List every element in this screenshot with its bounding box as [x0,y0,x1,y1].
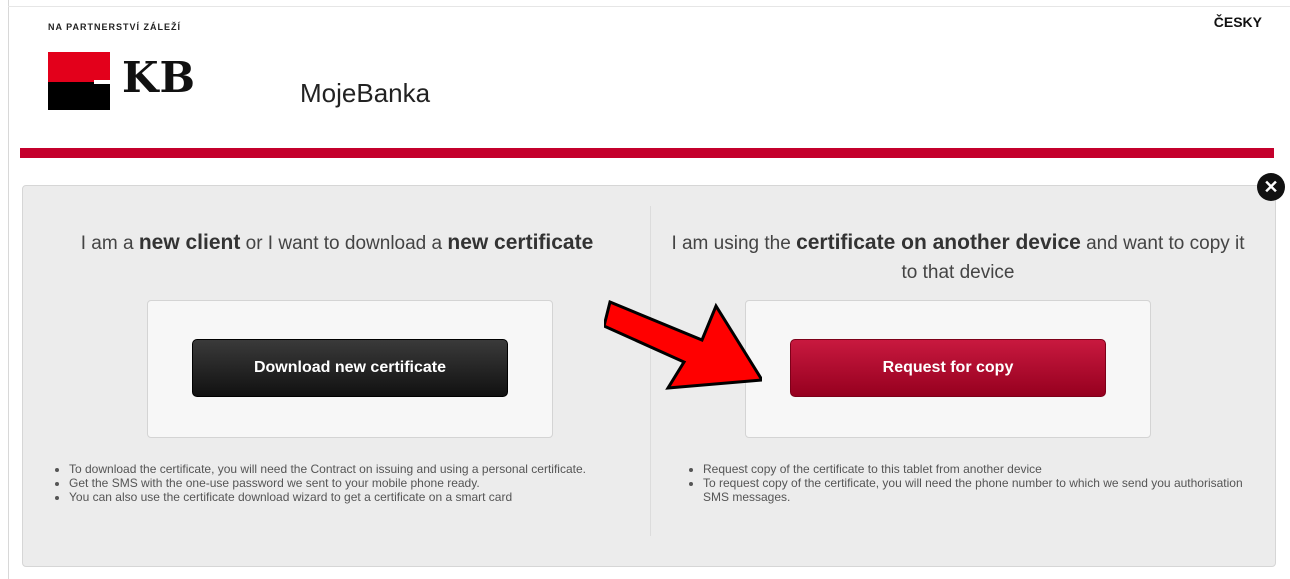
title-emphasis: new client [138,231,241,254]
logo-black-block [48,82,110,110]
title-emphasis: new certificate [447,231,594,254]
copy-notes-list: Request copy of the certificate to this … [685,462,1263,504]
list-item: Request copy of the certificate to this … [703,462,1263,476]
kb-logo-mark [48,52,110,110]
list-item: To request copy of the certificate, you … [703,476,1263,504]
list-item: Get the SMS with the one-use password we… [69,476,629,490]
language-link[interactable]: ČESKY [1214,14,1262,30]
logo-notch [94,80,110,84]
list-item: You can also use the certificate downloa… [69,490,629,504]
brand-divider-bar [20,148,1274,158]
arrow-right-icon [604,299,762,390]
brand-tagline: NA PARTNERSTVÍ ZÁLEŽÍ [48,22,181,32]
close-icon[interactable]: ✕ [1257,173,1285,201]
download-card: Download new certificate [147,300,553,438]
request-for-copy-button[interactable]: Request for copy [790,339,1106,397]
list-item: To download the certificate, you will ne… [69,462,629,476]
new-client-title: I am a new client or I want to download … [43,228,631,258]
app-title: MojeBanka [300,78,431,108]
page-frame-left [8,0,9,579]
download-new-certificate-button[interactable]: Download new certificate [192,339,508,397]
title-emphasis: certificate on another device [796,231,1081,254]
page-frame-top [8,6,1290,7]
request-copy-card: Request for copy [745,300,1151,438]
title-text: or I want to download a [245,233,443,254]
title-text: I am using the [671,233,791,254]
download-notes-list: To download the certificate, you will ne… [51,462,629,504]
kb-logo-text: KB [122,53,197,102]
logo-red-block [48,52,110,82]
title-text: I am a [80,233,134,254]
